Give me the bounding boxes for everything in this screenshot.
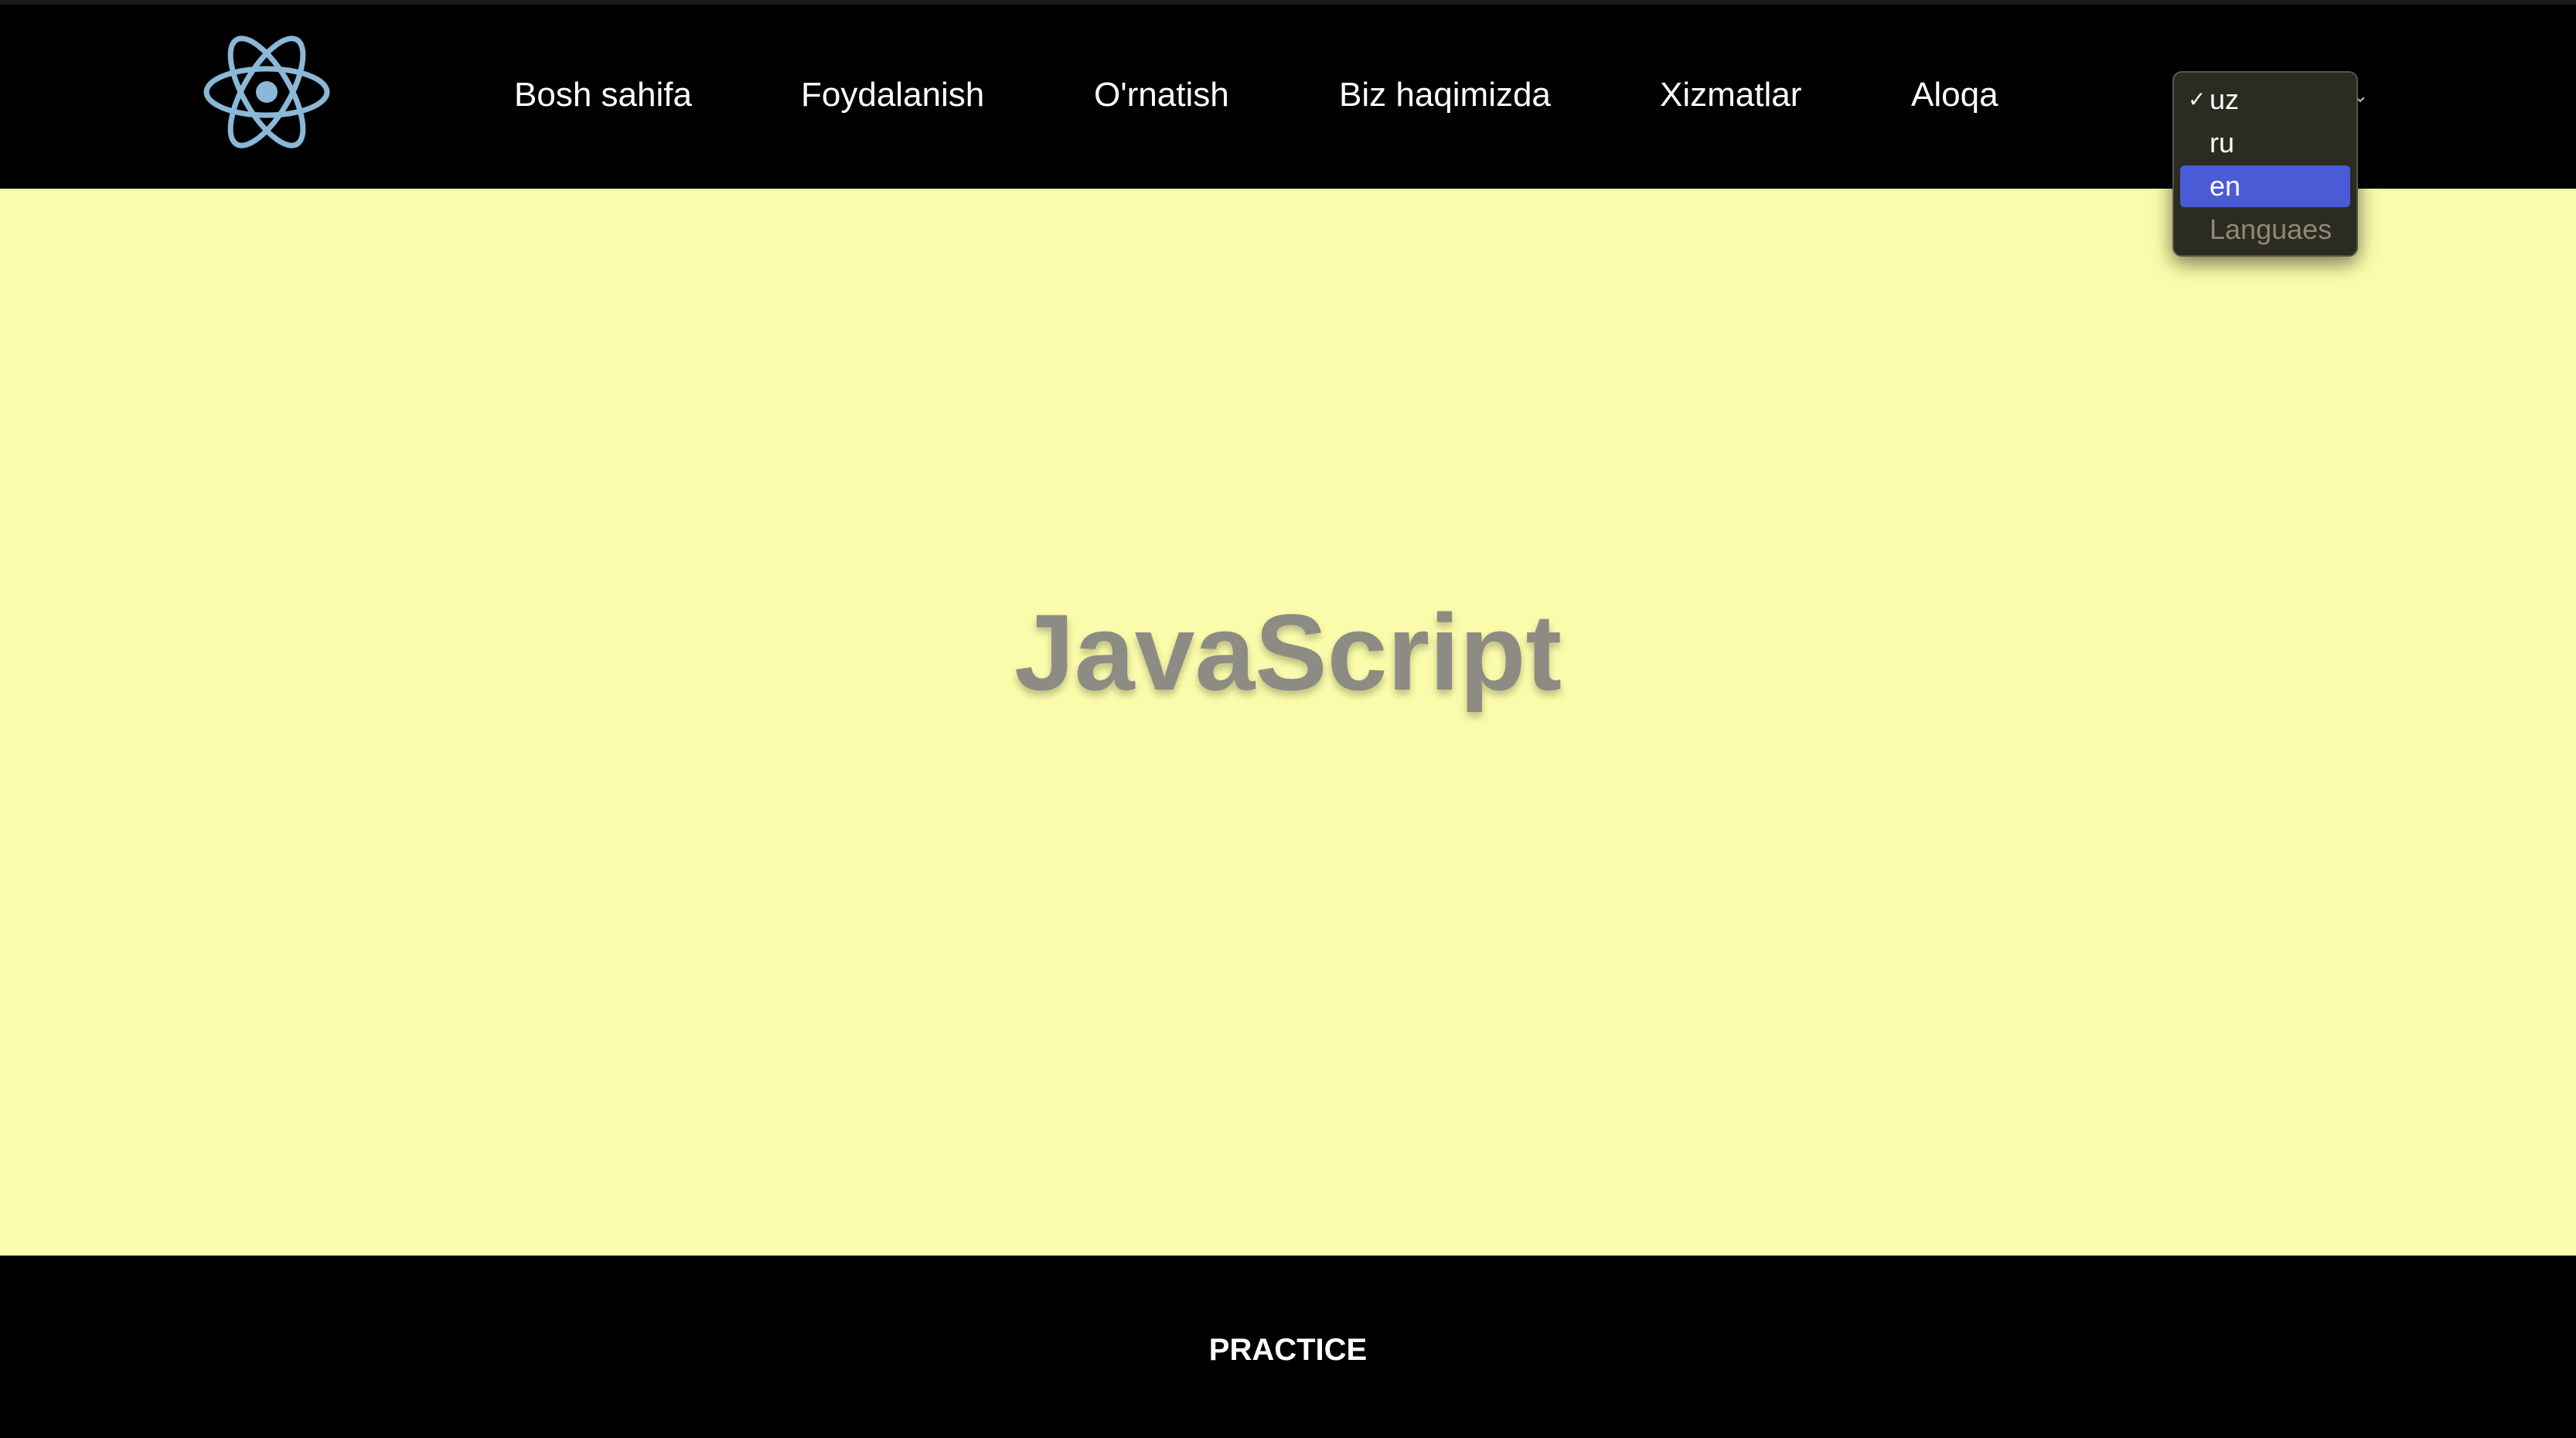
nav-item-xizmatlar[interactable]: Xizmatlar [1660,71,1801,119]
language-option-label: en [2210,170,2241,202]
check-icon: ✓ [2188,87,2206,111]
language-dropdown: ✓ uz ru en Languaes [2172,71,2358,257]
language-option-label: uz [2210,83,2240,115]
language-option-label: Languaes [2210,213,2332,245]
language-option-label: ru [2210,127,2235,158]
language-option-placeholder: Languaes [2180,209,2350,250]
footer-text: PRACTICE [1208,1333,1368,1367]
nav-item-foydalanish[interactable]: Foydalanish [801,71,984,119]
hero-section: JavaScript [0,189,2576,1256]
main-nav: Bosh sahifa Foydalanish O'rnatish Biz ha… [0,0,2087,189]
hero-title: JavaScript [1014,591,1562,713]
nav-item-aloqa[interactable]: Aloqa [1911,71,1998,119]
footer: PRACTICE [0,1256,2576,1438]
nav-item-bosh-sahifa[interactable]: Bosh sahifa [514,71,692,119]
page: Bosh sahifa Foydalanish O'rnatish Biz ha… [0,0,2576,1438]
nav-item-ornatish[interactable]: O'rnatish [1094,71,1229,119]
language-option-uz[interactable]: ✓ uz [2180,79,2350,121]
nav-item-biz-haqimizda[interactable]: Biz haqimizda [1339,71,1551,119]
language-option-en[interactable]: en [2180,165,2350,207]
language-option-ru[interactable]: ru [2180,122,2350,164]
